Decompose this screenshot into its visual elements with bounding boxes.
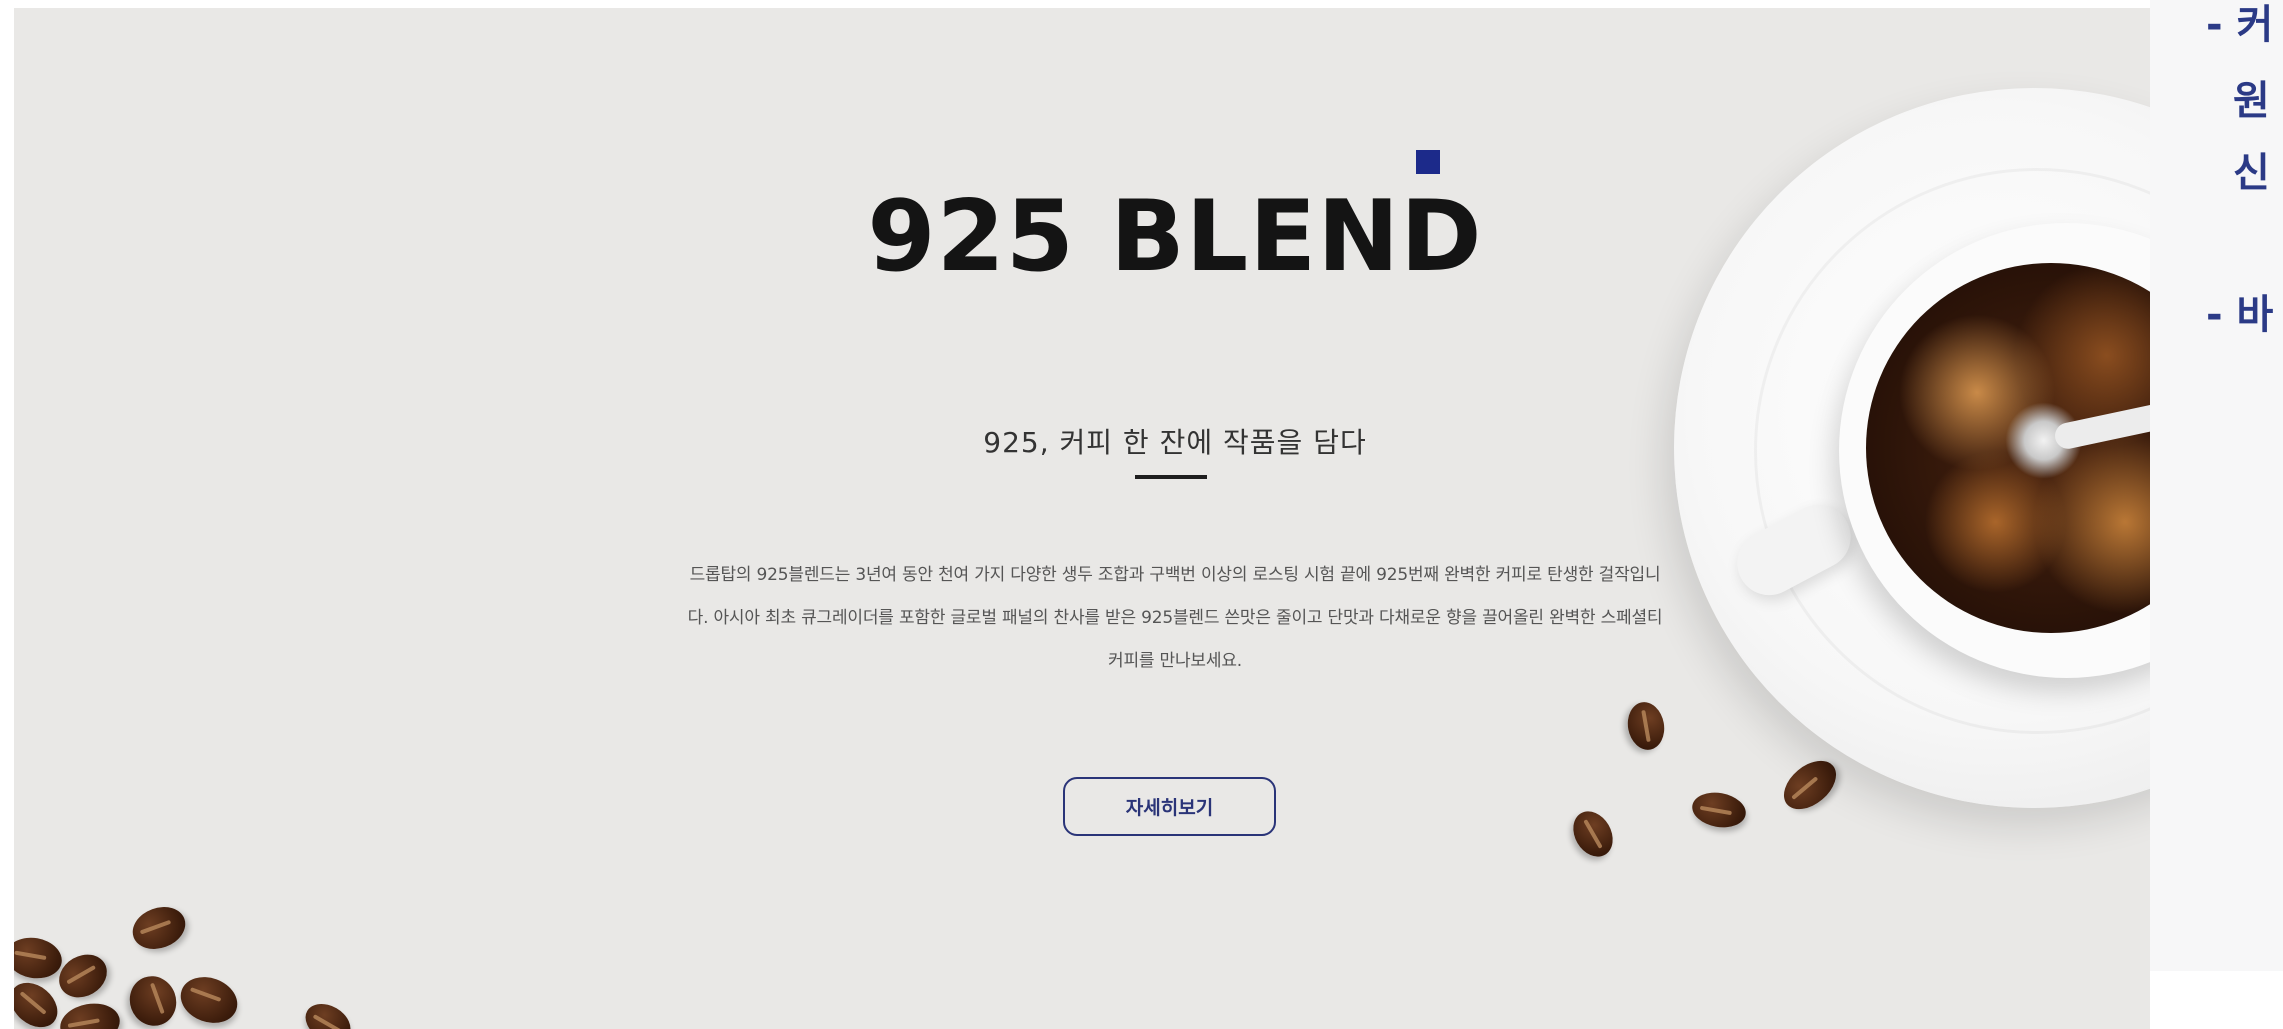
coffee-bean: [1565, 804, 1621, 864]
coffee-bean: [174, 969, 244, 1029]
divider: [1135, 475, 1207, 479]
side-text-line: 신: [2233, 150, 2270, 196]
coffee-bean: [56, 999, 124, 1029]
description: 드롭탑의 925블렌드는 3년여 동안 천여 가지 다양한 생두 조합과 구백번…: [687, 565, 1663, 671]
side-text-line: 원: [2233, 78, 2270, 124]
coffee-bean: [298, 996, 358, 1029]
side-text-line: - 커: [2206, 2, 2274, 48]
accent-square: [1416, 150, 1440, 174]
coffee-bean: [1774, 751, 1846, 819]
page-title: 925 BLEND: [867, 180, 1483, 294]
hero-banner: 925 BLEND 925, 커피 한 잔에 작품을 담다 드롭탑의 925블렌…: [14, 8, 2150, 1029]
coffee-bean: [14, 933, 66, 983]
coffee-bean: [1624, 699, 1668, 753]
subtitle: 925, 커피 한 잔에 작품을 담다: [983, 426, 1367, 459]
coffee-bean: [126, 899, 192, 957]
coffee-bean: [1689, 788, 1749, 832]
side-panel: - 커 원 신 - 바: [2150, 0, 2283, 971]
side-text-line: - 바: [2206, 292, 2274, 338]
coffee-bean: [122, 969, 184, 1029]
detail-button[interactable]: 자세히보기: [1063, 777, 1276, 836]
